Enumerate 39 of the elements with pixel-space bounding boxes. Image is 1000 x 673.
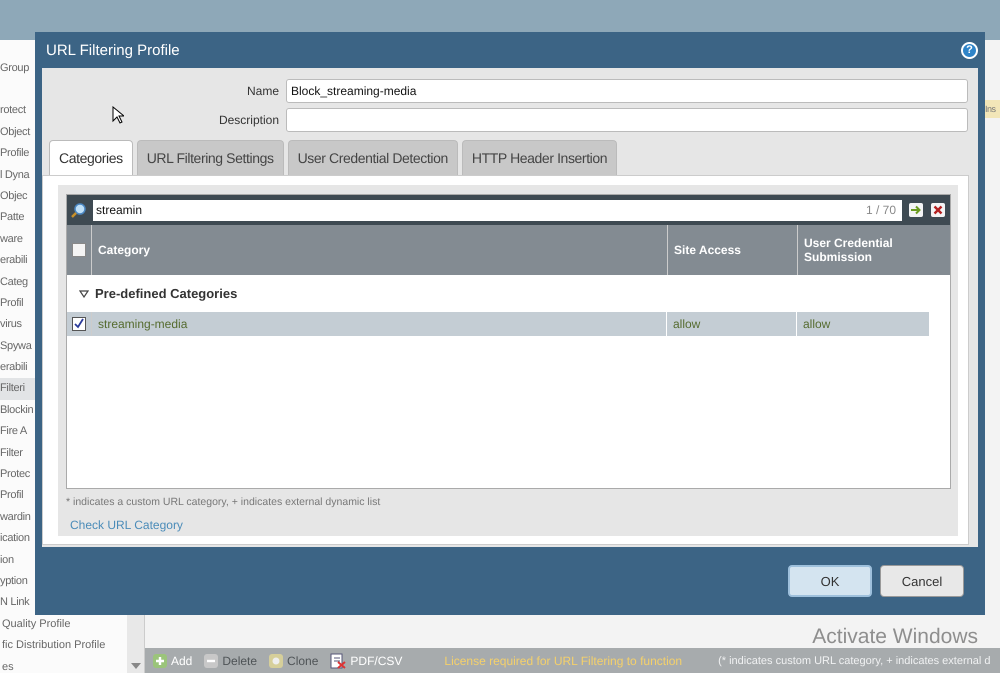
collapse-icon[interactable] — [79, 290, 89, 298]
help-button[interactable]: ? — [961, 42, 978, 58]
column-header[interactable]: User Credential Submission — [798, 225, 950, 275]
group-header: Pre-defined Categories — [95, 286, 238, 301]
search-icon — [71, 202, 87, 218]
column-header: Ins — [985, 100, 1000, 118]
footnote: (* indicates custom URL category, + indicates external d — [718, 654, 990, 666]
table-cell: allow — [667, 312, 797, 336]
document-icon — [330, 652, 346, 668]
dialog-title: URL Filtering Profile — [45, 42, 180, 58]
input-field[interactable]: Block_streaming-media — [286, 78, 968, 102]
clear-button[interactable] — [930, 202, 946, 218]
sidebar-item[interactable]: Quality Profile — [0, 614, 70, 636]
license-message: License required for URL Filtering to function — [444, 654, 682, 668]
os-watermark: Activate Windows — [812, 625, 978, 649]
ok-button[interactable]: OK — [788, 565, 872, 597]
table-cell: allow — [797, 312, 930, 336]
scroll-down-icon[interactable] — [130, 663, 140, 669]
search-field[interactable]: streamin 1 / 70 — [93, 200, 902, 220]
scrollbar[interactable] — [127, 615, 144, 673]
footnote: * indicates a custom URL category, + indicates external dynamic list — [66, 496, 382, 508]
plus-icon — [153, 654, 167, 668]
tab[interactable]: Categories — [49, 140, 133, 175]
tab[interactable]: HTTP Header Insertion — [462, 140, 618, 175]
field-label: Description — [218, 112, 279, 126]
table-cell: streaming-media — [92, 312, 667, 336]
tab[interactable]: User Credential Detection — [288, 140, 458, 175]
minus-icon — [204, 654, 218, 668]
check-url-category-link[interactable]: Check URL Category — [70, 518, 183, 532]
input-field[interactable] — [286, 108, 968, 132]
sidebar-item[interactable]: es — [0, 656, 14, 673]
sidebar-item[interactable]: fic Distribution Profile — [0, 635, 106, 657]
tab[interactable]: URL Filtering Settings — [136, 140, 284, 175]
go-button[interactable] — [908, 202, 924, 218]
checkbox[interactable] — [72, 317, 86, 331]
cursor-icon — [112, 106, 124, 124]
field-label: Name — [246, 84, 279, 98]
checkbox[interactable] — [72, 243, 86, 257]
cancel-button[interactable]: Cancel — [880, 565, 964, 597]
